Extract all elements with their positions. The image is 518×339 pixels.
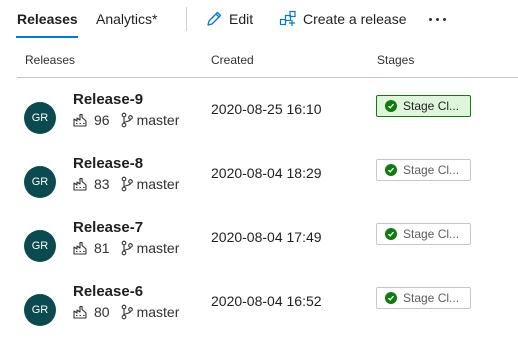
release-name[interactable]: Release-7	[73, 218, 143, 238]
branch-icon	[121, 176, 133, 192]
pencil-icon	[205, 10, 223, 28]
tab-releases[interactable]: Releases	[17, 10, 78, 28]
more-actions-button[interactable]	[427, 8, 447, 28]
release-meta: 80 master	[73, 303, 179, 321]
stage-label: Stage Cl...	[403, 227, 460, 241]
release-meta: 81 master	[73, 239, 179, 257]
build-number: 96	[94, 112, 110, 128]
create-release-label: Create a release	[303, 11, 407, 27]
branch-name[interactable]: master	[137, 304, 180, 320]
created-date: 2020-08-04 17:49	[211, 229, 322, 245]
release-meta: 83 master	[73, 175, 179, 193]
table-row[interactable]: GR Release-9 96 master 2020-08-25 16:10 …	[0, 91, 518, 159]
build-icon	[73, 305, 87, 319]
avatar: GR	[24, 230, 56, 262]
check-circle-icon	[385, 228, 397, 240]
edit-label: Edit	[229, 11, 254, 27]
check-circle-icon	[385, 164, 397, 176]
branch-icon	[121, 304, 133, 320]
stage-status-button[interactable]: Stage Cl...	[376, 159, 471, 181]
column-header-stages: Stages	[377, 53, 415, 67]
stage-label: Stage Cl...	[403, 291, 460, 305]
header-divider	[17, 77, 518, 78]
releases-page: Releases Analytics* Edit Create a releas…	[0, 0, 518, 339]
release-name[interactable]: Release-8	[73, 154, 143, 174]
avatar: GR	[24, 102, 56, 134]
stage-label: Stage Cl...	[403, 163, 460, 177]
avatar: GR	[24, 294, 56, 326]
branch-icon	[121, 112, 133, 128]
build-number: 80	[94, 304, 110, 320]
created-date: 2020-08-04 16:52	[211, 293, 322, 309]
release-meta: 96 master	[73, 111, 179, 129]
create-release-button[interactable]: Create a release	[279, 7, 407, 31]
check-circle-icon	[385, 292, 397, 304]
build-icon	[73, 241, 87, 255]
branch-name[interactable]: master	[137, 112, 180, 128]
branch-name[interactable]: master	[137, 240, 180, 256]
created-date: 2020-08-25 16:10	[211, 101, 322, 117]
build-number: 83	[94, 176, 110, 192]
active-tab-indicator	[16, 36, 78, 38]
edit-button[interactable]: Edit	[205, 7, 253, 31]
column-header-releases: Releases	[25, 53, 76, 67]
check-circle-icon	[385, 100, 397, 112]
stage-status-button[interactable]: Stage Cl...	[376, 95, 471, 117]
toolbar-divider	[186, 7, 187, 31]
created-date: 2020-08-04 18:29	[211, 165, 322, 181]
release-name[interactable]: Release-6	[73, 282, 143, 302]
table-row[interactable]: GR Release-6 80 master 2020-08-04 16:52 …	[0, 283, 518, 339]
stage-label: Stage Cl...	[403, 99, 460, 113]
avatar: GR	[24, 166, 56, 198]
stage-status-button[interactable]: Stage Cl...	[376, 223, 471, 245]
release-name[interactable]: Release-9	[73, 90, 143, 110]
tab-analytics[interactable]: Analytics*	[96, 10, 157, 28]
branch-icon	[121, 240, 133, 256]
table-row[interactable]: GR Release-8 83 master 2020-08-04 18:29 …	[0, 155, 518, 223]
create-release-icon	[279, 10, 297, 28]
branch-name[interactable]: master	[137, 176, 180, 192]
build-number: 81	[94, 240, 110, 256]
build-icon	[73, 113, 87, 127]
toolbar: Releases Analytics* Edit Create a releas…	[0, 0, 518, 40]
table-row[interactable]: GR Release-7 81 master 2020-08-04 17:49 …	[0, 219, 518, 287]
column-header-created: Created	[211, 53, 254, 67]
stage-status-button[interactable]: Stage Cl...	[376, 287, 471, 309]
build-icon	[73, 177, 87, 191]
